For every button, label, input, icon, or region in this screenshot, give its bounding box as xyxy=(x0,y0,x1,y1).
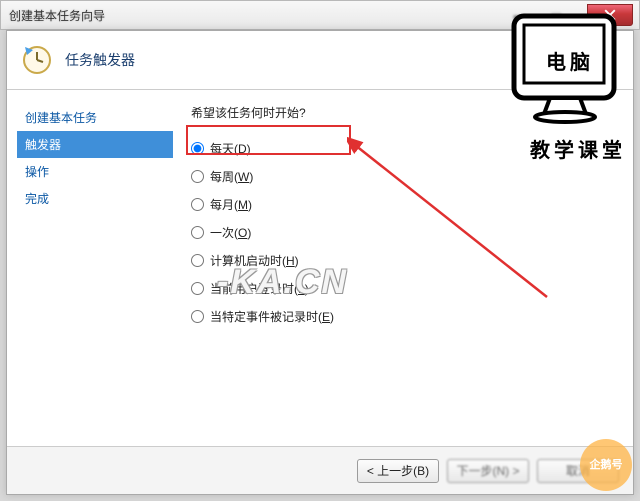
radio-logon[interactable] xyxy=(191,282,204,295)
content-area: 创建基本任务 触发器 操作 完成 希望该任务何时开始? 每天(D) 每周(W) … xyxy=(7,90,633,446)
sidebar-item-trigger[interactable]: 触发器 xyxy=(17,131,173,158)
label-weekly: 每周(W) xyxy=(210,168,253,185)
option-event[interactable]: 当特定事件被记录时(E) xyxy=(191,303,615,329)
label-monthly: 每月(M) xyxy=(210,196,252,213)
sidebar-item-finish[interactable]: 完成 xyxy=(17,185,173,212)
wizard-window: 任务触发器 创建基本任务 触发器 操作 完成 希望该任务何时开始? 每天(D) … xyxy=(6,30,634,495)
label-once: 一次(O) xyxy=(210,224,251,241)
radio-weekly[interactable] xyxy=(191,170,204,183)
option-once[interactable]: 一次(O) xyxy=(191,219,615,245)
next-button[interactable]: 下一步(N) > xyxy=(447,459,529,483)
option-weekly[interactable]: 每周(W) xyxy=(191,163,615,189)
main-panel: 希望该任务何时开始? 每天(D) 每周(W) 每月(M) 一次(O) 计算机启动… xyxy=(173,90,633,446)
titlebar-blur-1: ▬ xyxy=(514,8,526,22)
option-monthly[interactable]: 每月(M) xyxy=(191,191,615,217)
label-startup: 计算机启动时(H) xyxy=(210,252,299,269)
label-daily: 每天(D) xyxy=(210,140,251,157)
wizard-header: 任务触发器 xyxy=(7,31,633,89)
radio-startup[interactable] xyxy=(191,254,204,267)
trigger-question: 希望该任务何时开始? xyxy=(191,104,615,121)
option-daily[interactable]: 每天(D) xyxy=(191,135,615,161)
wizard-title: 任务触发器 xyxy=(65,50,135,70)
option-startup[interactable]: 计算机启动时(H) xyxy=(191,247,615,273)
label-event: 当特定事件被记录时(E) xyxy=(210,308,334,325)
label-logon: 当前用户登录时(L) xyxy=(210,280,309,297)
clock-icon xyxy=(21,44,53,76)
window-title: 创建基本任务向导 xyxy=(9,7,105,24)
close-icon xyxy=(604,9,616,21)
titlebar-blur-2: ▭ xyxy=(551,8,562,22)
back-button[interactable]: < 上一步(B) xyxy=(357,459,439,483)
sidebar-item-create-task[interactable]: 创建基本任务 xyxy=(17,104,173,131)
radio-event[interactable] xyxy=(191,310,204,323)
footer: < 上一步(B) 下一步(N) > 取消 xyxy=(7,446,633,494)
cancel-button[interactable]: 取消 xyxy=(537,459,619,483)
close-button[interactable] xyxy=(587,4,633,26)
radio-once[interactable] xyxy=(191,226,204,239)
titlebar: 创建基本任务向导 ▬ ▭ xyxy=(0,0,640,30)
radio-monthly[interactable] xyxy=(191,198,204,211)
sidebar-item-action[interactable]: 操作 xyxy=(17,158,173,185)
option-logon[interactable]: 当前用户登录时(L) xyxy=(191,275,615,301)
sidebar: 创建基本任务 触发器 操作 完成 xyxy=(7,90,173,446)
radio-daily[interactable] xyxy=(191,142,204,155)
